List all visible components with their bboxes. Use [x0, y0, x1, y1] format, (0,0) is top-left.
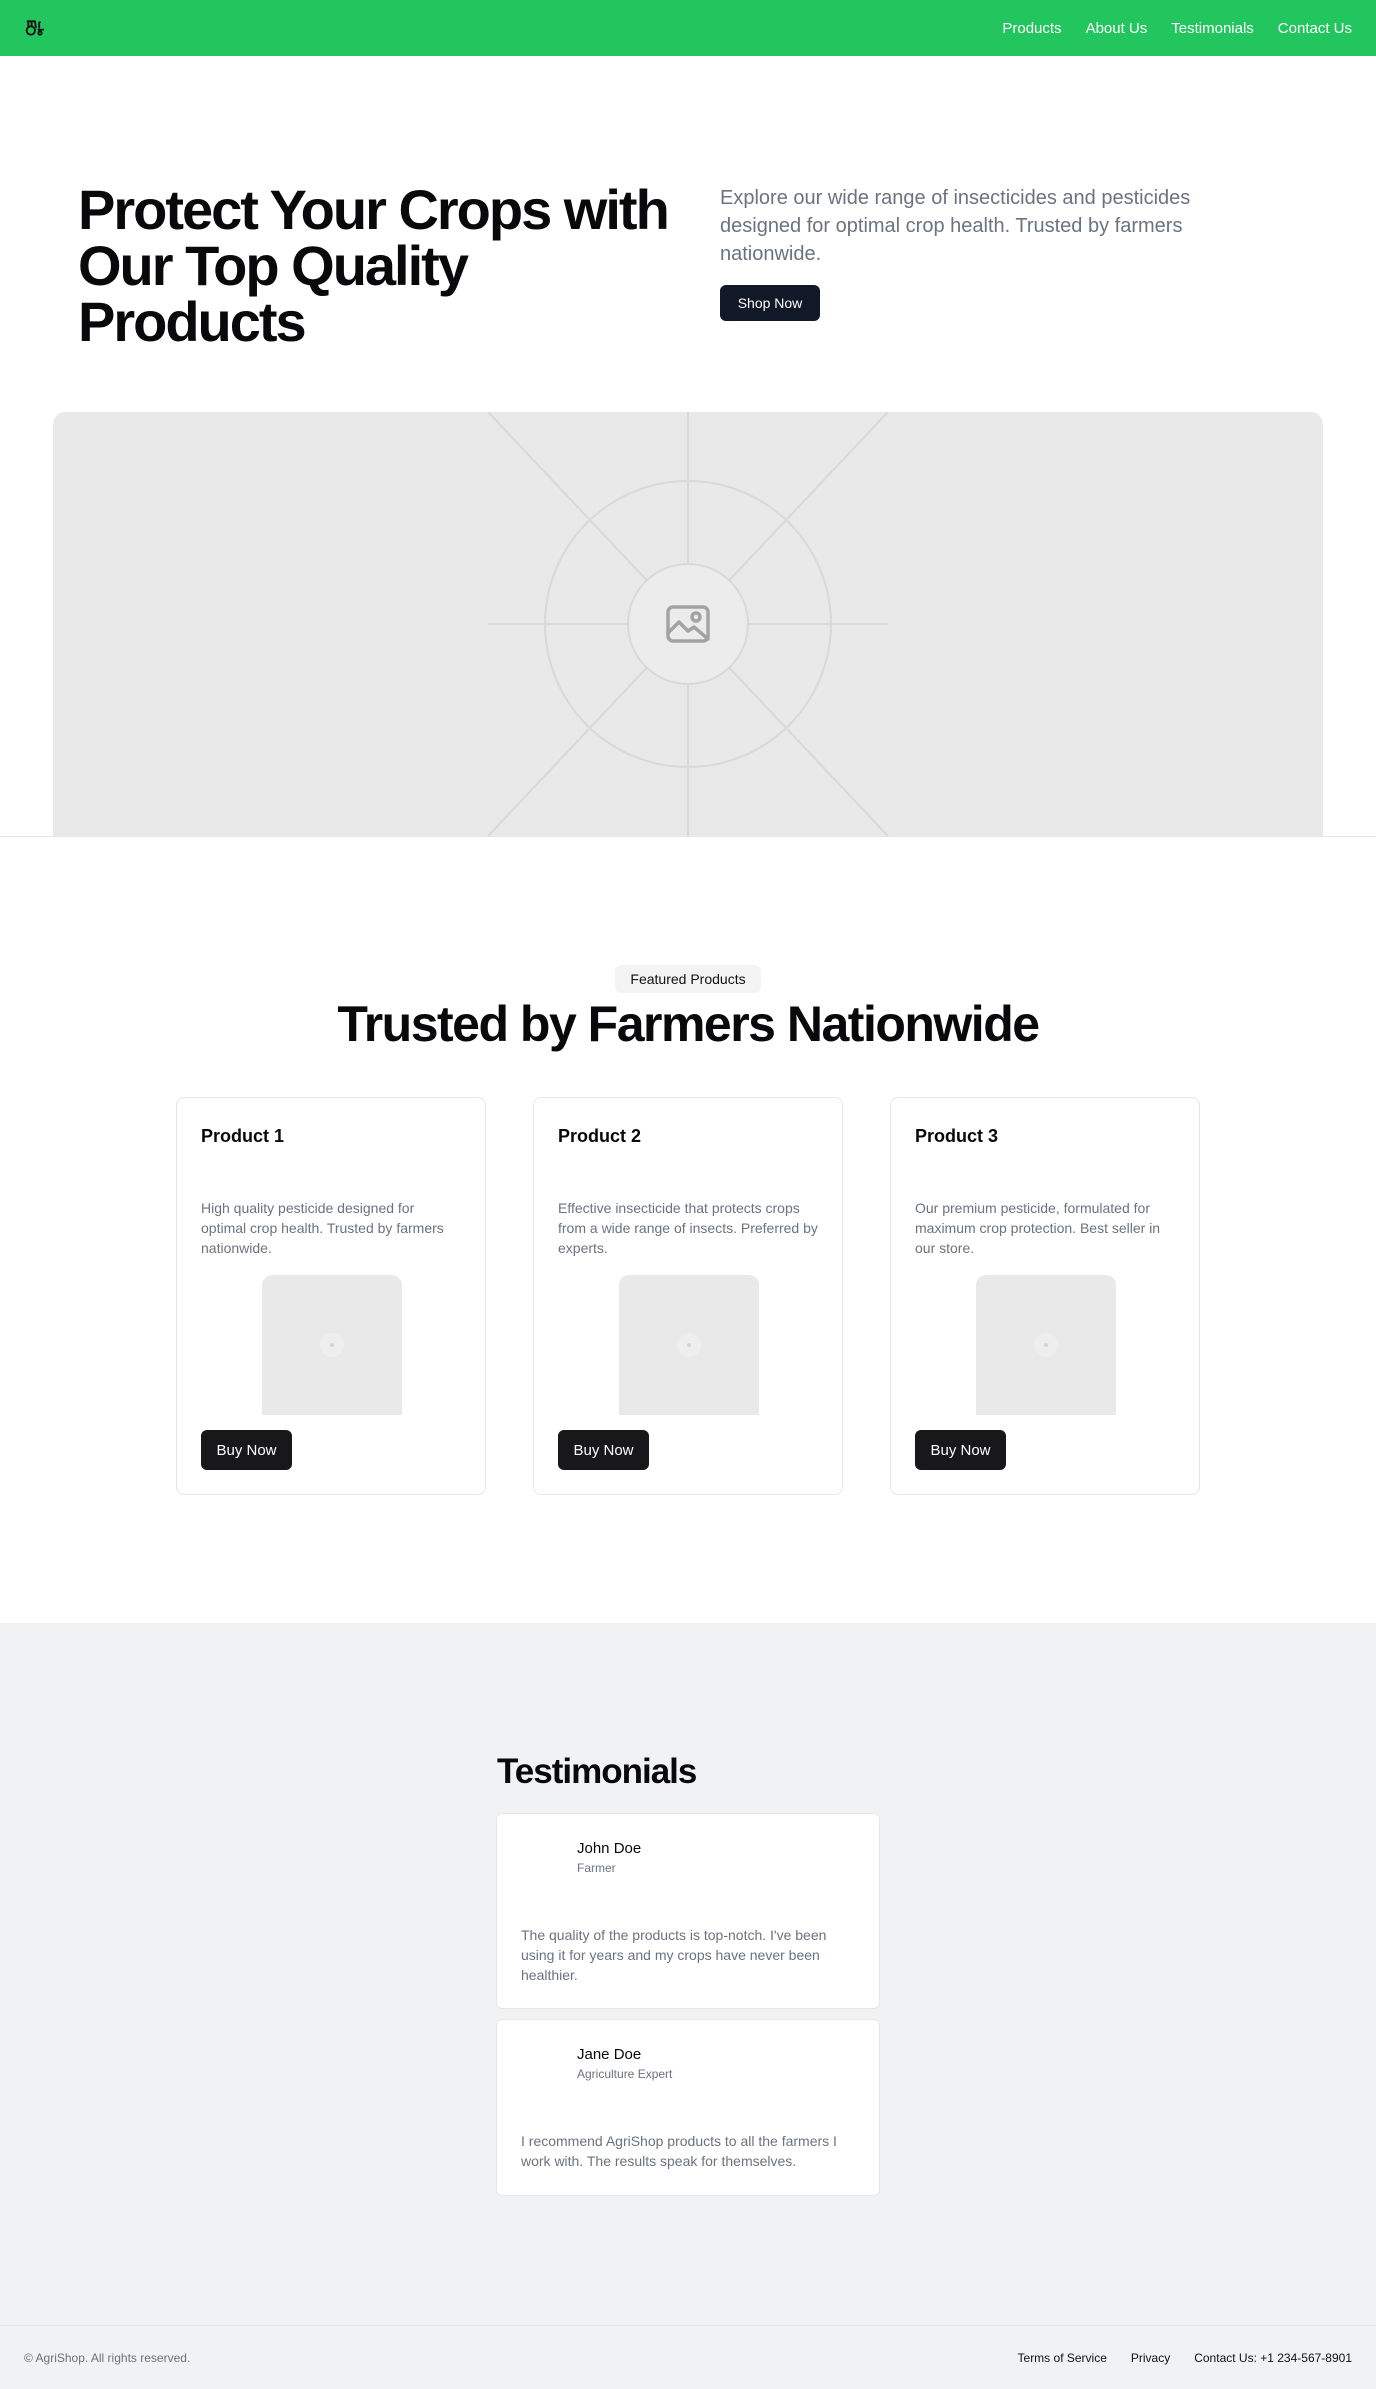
site-footer: © AgriShop. All rights reserved. Terms o… — [0, 2325, 1376, 2389]
product-title: Product 2 — [558, 1126, 642, 1146]
nav-contact-link[interactable]: Contact Us — [1278, 20, 1352, 37]
testimonial-quote: The quality of the products is top-notch… — [521, 1927, 827, 1983]
featured-badge: Featured Products — [615, 965, 761, 993]
testimonial-name: Jane Doe — [577, 2046, 642, 2063]
image-placeholder-icon — [1034, 1333, 1058, 1357]
testimonial-role: Farmer — [577, 1861, 616, 1875]
product-description: High quality pesticide designed for opti… — [201, 1200, 444, 1256]
hero-image-placeholder — [53, 412, 1323, 836]
nav-products-link[interactable]: Products — [1002, 20, 1061, 37]
image-placeholder-icon — [677, 1333, 701, 1357]
product-title: Product 3 — [915, 1126, 999, 1146]
featured-title: Trusted by Farmers Nationwide — [337, 996, 1040, 1052]
section-divider — [0, 836, 1376, 837]
product-title: Product 1 — [201, 1126, 285, 1146]
terms-link[interactable]: Terms of Service — [1018, 2351, 1107, 2365]
image-placeholder-icon — [487, 412, 889, 836]
shop-now-button[interactable]: Shop Now — [720, 285, 820, 321]
testimonial-card: Jane Doe Agriculture Expert I recommend … — [496, 2019, 880, 2196]
contact-link[interactable]: Contact Us: +1 234-567-8901 — [1194, 2351, 1352, 2365]
footer-links: Terms of Service Privacy Contact Us: +1 … — [1018, 2351, 1352, 2365]
nav-about-link[interactable]: About Us — [1086, 20, 1148, 37]
testimonials-title: Testimonials — [497, 1752, 697, 1791]
buy-now-button[interactable]: Buy Now — [915, 1430, 1006, 1470]
main-nav: Products About Us Testimonials Contact U… — [1002, 20, 1352, 37]
product-description: Effective insecticide that protects crop… — [558, 1200, 818, 1256]
buy-now-button[interactable]: Buy Now — [201, 1430, 292, 1470]
tractor-icon[interactable] — [24, 17, 46, 39]
product-card: Product 1 High quality pesticide designe… — [176, 1097, 486, 1495]
product-image-placeholder — [976, 1275, 1116, 1415]
nav-testimonials-link[interactable]: Testimonials — [1171, 20, 1254, 37]
testimonial-role: Agriculture Expert — [577, 2067, 673, 2081]
product-image-placeholder — [619, 1275, 759, 1415]
product-card: Product 3 Our premium pesticide, formula… — [890, 1097, 1200, 1495]
site-header: Products About Us Testimonials Contact U… — [0, 0, 1376, 56]
product-card: Product 2 Effective insecticide that pro… — [533, 1097, 843, 1495]
hero-section: Protect Your Crops with Our Top Quality … — [0, 56, 1376, 836]
hero-title: Protect Your Crops with Our Top Quality … — [78, 178, 670, 353]
buy-now-button[interactable]: Buy Now — [558, 1430, 649, 1470]
testimonial-quote: I recommend AgriShop products to all the… — [521, 2133, 837, 2169]
product-image-placeholder — [262, 1275, 402, 1415]
hero-description: Explore our wide range of insecticides a… — [720, 187, 1191, 265]
image-placeholder-icon — [320, 1333, 344, 1357]
product-description: Our premium pesticide, formulated for ma… — [915, 1200, 1161, 1256]
testimonial-name: John Doe — [577, 1840, 642, 1857]
copyright-text: © AgriShop. All rights reserved. — [24, 2350, 191, 2365]
testimonial-card: John Doe Farmer The quality of the produ… — [496, 1813, 880, 2009]
privacy-link[interactable]: Privacy — [1131, 2351, 1170, 2365]
